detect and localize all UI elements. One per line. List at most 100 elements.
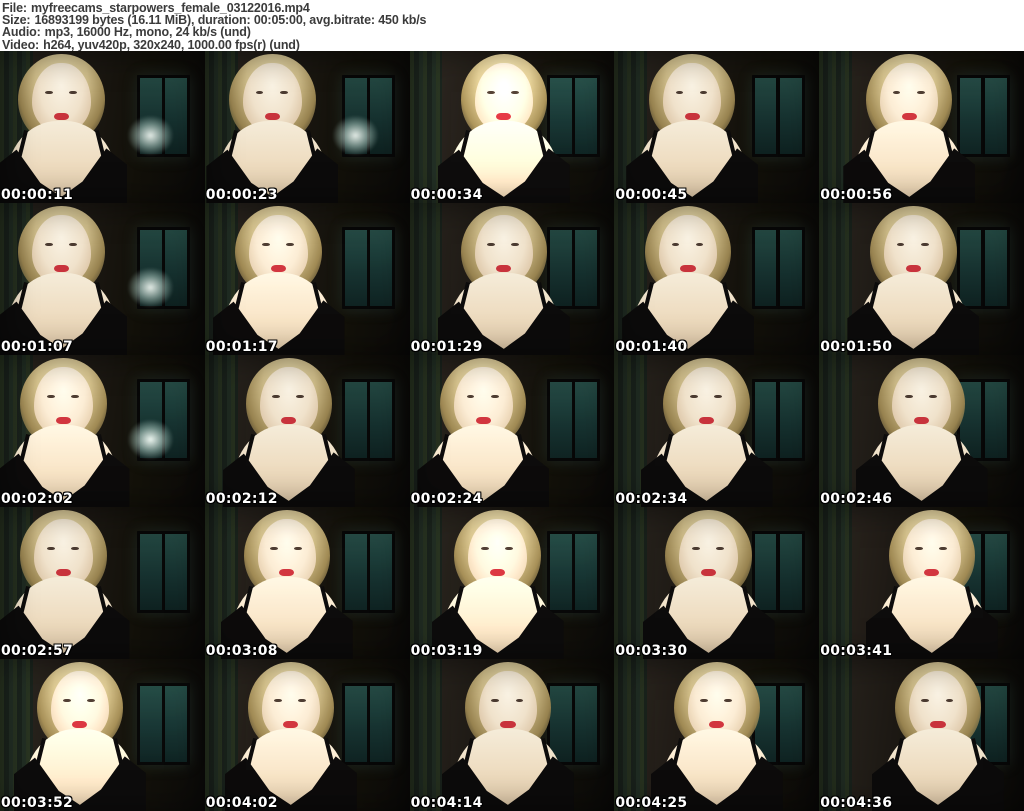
thumbnail-image [0,51,205,203]
thumbnail-image [614,51,820,203]
vignette-overlay [614,355,819,507]
vignette-overlay [819,507,1024,659]
vignette-overlay [0,659,205,811]
thumbnail-image [819,203,1024,355]
vignette-overlay [410,659,615,811]
vignette-overlay [819,203,1024,355]
thumbnail-cell: 00:02:24 [409,355,615,507]
thumbnail-cell: 00:04:36 [819,659,1024,811]
thumbnail-cell: 00:00:56 [819,51,1024,203]
vignette-overlay [410,203,615,355]
thumbnail-image [0,203,205,355]
thumbnail-image [204,51,410,203]
vignette-overlay [0,355,205,507]
timestamp-label: 00:01:40 [615,339,688,355]
timestamp-label: 00:03:19 [410,643,483,659]
thumbnail-cell: 00:03:52 [0,659,205,811]
thumbnail-cell: 00:01:50 [819,203,1024,355]
video-label: Video: [2,37,40,52]
thumbnail-image [819,355,1024,507]
thumbnail-image [819,507,1024,659]
timestamp-label: 00:03:30 [615,643,688,659]
timestamp-label: 00:04:02 [205,795,278,811]
thumbnail-cell: 00:00:34 [409,51,615,203]
vignette-overlay [0,51,205,203]
vignette-overlay [614,51,819,203]
timestamp-label: 00:03:41 [820,643,893,659]
timestamp-label: 00:01:07 [1,339,74,355]
thumbnail-grid: 00:00:11 00:00:23 00:00:34 00:00:45 00:0… [0,51,1024,811]
vignette-overlay [819,51,1024,203]
thumbnail-image [614,659,820,811]
timestamp-label: 00:04:36 [820,795,893,811]
timestamp-label: 00:02:34 [615,491,688,507]
thumbnail-cell: 00:02:02 [0,355,205,507]
timestamp-label: 00:02:46 [820,491,893,507]
thumbnail-cell: 00:04:02 [204,659,410,811]
thumbnail-image [409,507,615,659]
thumbnail-image [204,659,410,811]
vignette-overlay [614,203,819,355]
vignette-overlay [0,203,205,355]
vignette-overlay [205,659,410,811]
thumbnail-image [0,355,205,507]
thumbnail-image [0,507,205,659]
timestamp-label: 00:02:12 [205,491,278,507]
thumbnail-cell: 00:00:23 [204,51,410,203]
thumbnail-cell: 00:03:41 [819,507,1024,659]
timestamp-label: 00:02:02 [1,491,74,507]
vignette-overlay [205,203,410,355]
timestamp-label: 00:02:24 [410,491,483,507]
timestamp-label: 00:03:52 [1,795,74,811]
thumbnail-image [204,355,410,507]
video-value: h264, yuv420p, 320x240, 1000.00 fps(r) (… [43,37,300,52]
thumbnail-cell: 00:02:46 [819,355,1024,507]
thumbnail-cell: 00:00:45 [614,51,820,203]
vignette-overlay [614,507,819,659]
vignette-overlay [0,507,205,659]
thumbnail-cell: 00:03:08 [204,507,410,659]
thumbnail-image [819,659,1024,811]
thumbnail-image [614,507,820,659]
timestamp-label: 00:00:23 [205,187,278,203]
metadata-header: File: myfreecams_starpowers_female_031220… [0,0,1024,51]
vignette-overlay [205,507,410,659]
vignette-overlay [410,507,615,659]
video-info-line: Video: h264, yuv420p, 320x240, 1000.00 fp… [2,37,1024,52]
thumbnail-cell: 00:01:40 [614,203,820,355]
timestamp-label: 00:01:17 [205,339,278,355]
timestamp-label: 00:02:57 [1,643,74,659]
thumbnail-cell: 00:01:17 [204,203,410,355]
thumbnail-image [409,355,615,507]
vignette-overlay [614,659,819,811]
thumbnail-image [614,355,820,507]
vignette-overlay [819,355,1024,507]
vignette-overlay [410,355,615,507]
thumbnail-cell: 00:03:30 [614,507,820,659]
timestamp-label: 00:00:34 [410,187,483,203]
thumbnail-image [204,507,410,659]
thumbnail-cell: 00:04:14 [409,659,615,811]
timestamp-label: 00:03:08 [205,643,278,659]
timestamp-label: 00:01:29 [410,339,483,355]
thumbnail-cell: 00:02:57 [0,507,205,659]
timestamp-label: 00:00:11 [1,187,74,203]
thumbnail-image [0,659,205,811]
thumbnail-cell: 00:02:12 [204,355,410,507]
thumbnail-cell: 00:01:07 [0,203,205,355]
thumbnail-cell: 00:02:34 [614,355,820,507]
thumbnail-image [409,203,615,355]
vignette-overlay [205,355,410,507]
vignette-overlay [410,51,615,203]
timestamp-label: 00:01:50 [820,339,893,355]
thumbnail-cell: 00:04:25 [614,659,820,811]
vignette-overlay [205,51,410,203]
thumbnail-cell: 00:00:11 [0,51,205,203]
timestamp-label: 00:04:25 [615,795,688,811]
timestamp-label: 00:00:45 [615,187,688,203]
thumbnail-cell: 00:03:19 [409,507,615,659]
vignette-overlay [819,659,1024,811]
thumbnail-image [409,51,615,203]
thumbnail-cell: 00:01:29 [409,203,615,355]
thumbnail-image [409,659,615,811]
